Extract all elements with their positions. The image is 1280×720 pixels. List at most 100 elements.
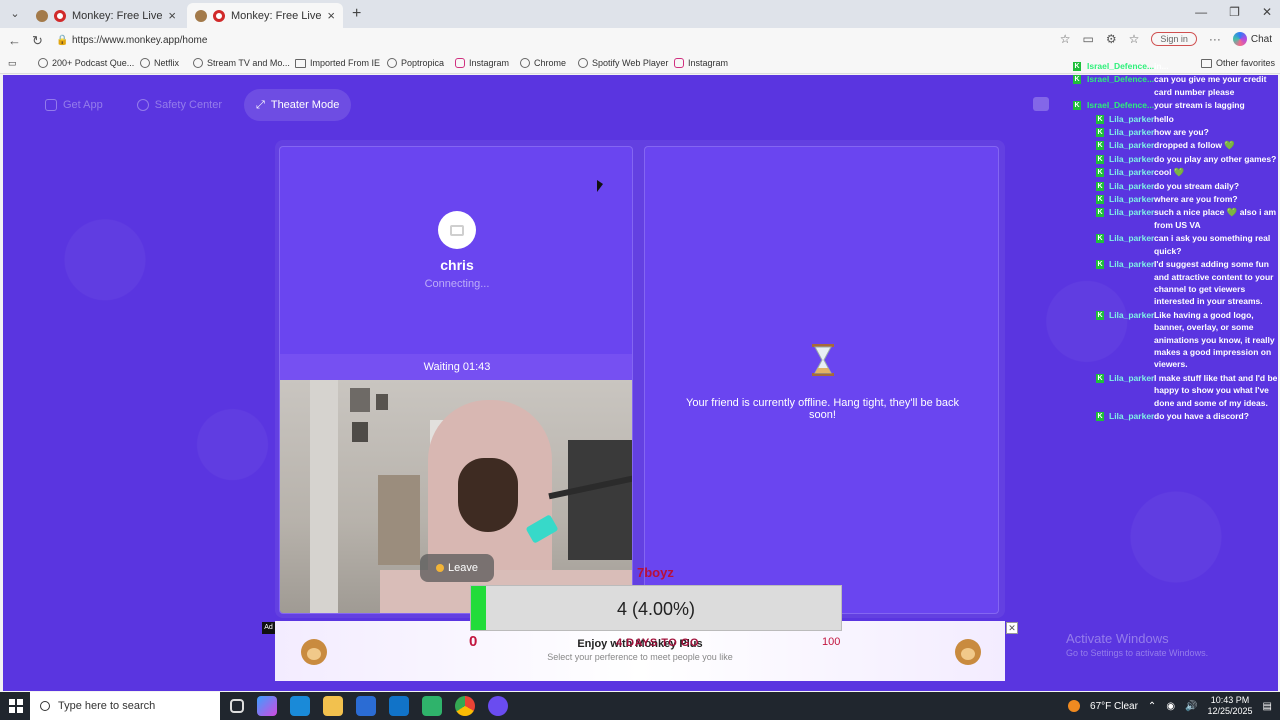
- close-tab-icon[interactable]: ×: [327, 8, 335, 23]
- url-field[interactable]: 🔒 https://www.monkey.app/home: [50, 31, 1100, 51]
- refresh-icon[interactable]: ↻: [32, 33, 43, 49]
- chat-message: K Lila_parker cool 💚: [1070, 166, 1280, 178]
- back-icon[interactable]: ←: [8, 33, 21, 48]
- goal-max-label: 100: [822, 636, 841, 648]
- chat-text: do you play any other games?: [1154, 153, 1277, 164]
- discord-icon[interactable]: [488, 696, 508, 716]
- browser-tab-2[interactable]: Monkey: Free Live Video Chat ×: [187, 3, 343, 28]
- chat-username[interactable]: Lila_parker: [1070, 206, 1154, 231]
- windows-start-icon[interactable]: [9, 699, 23, 713]
- extensions-icon[interactable]: ⚙: [1106, 32, 1117, 46]
- chat-username[interactable]: Lila_parker: [1070, 126, 1154, 138]
- bookmark-poptropica[interactable]: Poptropica: [387, 58, 444, 68]
- chat-message: K Lila_parker where are you from?: [1070, 193, 1280, 205]
- chat-message: K Israel_Defence... your stream is lagging: [1070, 99, 1280, 111]
- edge-icon[interactable]: [290, 696, 310, 716]
- chat-username[interactable]: Israel_Defence...: [1070, 73, 1154, 98]
- chat-username[interactable]: Lila_parker: [1070, 372, 1154, 409]
- chat-message: K Lila_parker dropped a follow 💚: [1070, 139, 1280, 151]
- theater-mode-label: Theater Mode: [270, 99, 340, 111]
- chat-username[interactable]: Lila_parker: [1070, 232, 1154, 257]
- chat-message: K Lila_parker I'd suggest adding some fun …: [1070, 258, 1280, 308]
- chat-text: dropped a follow 💚: [1154, 140, 1235, 151]
- sign-in-button[interactable]: Sign in: [1151, 32, 1197, 46]
- kick-badge-icon: K: [1096, 141, 1104, 151]
- app-icon[interactable]: [422, 696, 442, 716]
- chat-username[interactable]: Lila_parker: [1070, 309, 1154, 371]
- chat-message: K Israel_Defence... in...: [1070, 60, 1280, 72]
- chrome-icon[interactable]: [455, 696, 475, 716]
- clock-time: 10:43 PM: [1210, 695, 1250, 705]
- shop-icon[interactable]: [1033, 97, 1049, 111]
- bookmark-imported-ie[interactable]: Imported From IE: [295, 58, 380, 68]
- bookmark-instagram-2[interactable]: Instagram: [674, 58, 728, 68]
- close-tab-icon[interactable]: ×: [168, 8, 176, 23]
- outlook-icon[interactable]: [389, 696, 409, 716]
- theater-mode-button[interactable]: ⤢ Theater Mode: [244, 89, 352, 121]
- ad-close-button[interactable]: ✕: [1006, 622, 1018, 634]
- kick-badge-icon: K: [1096, 195, 1104, 205]
- chat-username[interactable]: Israel_Defence...: [1070, 99, 1154, 111]
- chat-text: I make stuff like that and I'd be happy …: [1154, 372, 1278, 408]
- taskbar-search[interactable]: Type here to search: [30, 692, 220, 720]
- kick-badge-icon: K: [1096, 208, 1104, 218]
- bookmark-netflix[interactable]: Netflix: [140, 58, 179, 68]
- browser-tab-1[interactable]: Monkey: Free Live Video Chat ×: [28, 3, 184, 28]
- friend-offline-message: Your friend is currently offline. Hang t…: [686, 397, 959, 421]
- weather-text[interactable]: 67°F Clear: [1090, 701, 1138, 712]
- copilot-taskbar-icon[interactable]: [257, 696, 277, 716]
- copilot-chat-button[interactable]: Chat: [1232, 32, 1272, 46]
- safety-center-button[interactable]: Safety Center: [125, 89, 234, 121]
- new-tab-icon[interactable]: +: [352, 5, 361, 23]
- avatar: [438, 211, 476, 249]
- chat-username[interactable]: Lila_parker: [1070, 153, 1154, 165]
- chat-username[interactable]: Lila_parker: [1070, 258, 1154, 308]
- chat-username[interactable]: Lila_parker: [1070, 193, 1154, 205]
- google-icon: [520, 58, 530, 68]
- stream-chat-overlay: K Israel_Defence... in... K Israel_Defence..…: [1070, 60, 1280, 423]
- recording-favicon-icon: [213, 9, 225, 22]
- favorite-star-icon[interactable]: ☆: [1060, 32, 1071, 46]
- chat-label: Chat: [1250, 33, 1272, 45]
- network-icon[interactable]: ◉: [1166, 701, 1175, 712]
- chat-username[interactable]: Lila_parker: [1070, 113, 1154, 125]
- leave-button[interactable]: Leave: [420, 554, 494, 582]
- get-app-button[interactable]: Get App: [33, 89, 115, 121]
- safety-center-label: Safety Center: [154, 99, 223, 111]
- task-view-icon[interactable]: [230, 699, 244, 713]
- tray-expand-icon[interactable]: ⌃: [1148, 701, 1156, 712]
- screen-cast-icon[interactable]: ▭: [1082, 32, 1093, 46]
- store-icon[interactable]: [356, 696, 376, 716]
- bookmark-podcast[interactable]: 200+ Podcast Que...: [38, 58, 134, 68]
- friend-panel: Your friend is currently offline. Hang t…: [644, 146, 999, 614]
- bookmark-instagram[interactable]: Instagram: [455, 58, 509, 68]
- kick-badge-icon: K: [1096, 373, 1104, 383]
- globe-icon: [38, 58, 48, 68]
- close-window-icon[interactable]: ✕: [1262, 5, 1272, 19]
- instagram-icon: [674, 58, 684, 68]
- copilot-icon: [1232, 32, 1247, 46]
- tab-actions-menu-icon[interactable]: ⌄: [6, 5, 24, 23]
- bookmark-spotify[interactable]: Spotify Web Player: [578, 58, 668, 68]
- favorites-icon[interactable]: ☆: [1129, 32, 1140, 46]
- chat-username[interactable]: Lila_parker: [1070, 180, 1154, 192]
- chat-username[interactable]: Lila_parker: [1070, 166, 1154, 178]
- notifications-icon[interactable]: ▤: [1263, 701, 1272, 712]
- chat-username[interactable]: Lila_parker: [1070, 410, 1154, 422]
- file-explorer-icon[interactable]: [323, 696, 343, 716]
- bookmark-label: Stream TV and Mo...: [207, 58, 290, 68]
- bookmark-stream-tv[interactable]: Stream TV and Mo...: [193, 58, 290, 68]
- site-info-icon[interactable]: 🔒: [56, 31, 68, 51]
- chat-text: how are you?: [1154, 127, 1209, 138]
- chat-message: K Lila_parker do you play any other games?: [1070, 153, 1280, 165]
- clock[interactable]: 10:43 PM 12/25/2025: [1208, 695, 1253, 717]
- chat-username[interactable]: Israel_Defence...: [1070, 60, 1154, 72]
- restore-icon[interactable]: ❐: [1229, 5, 1240, 19]
- volume-icon[interactable]: 🔊: [1185, 701, 1197, 712]
- bookmark-chrome[interactable]: Chrome: [520, 58, 566, 68]
- more-menu-icon[interactable]: ···: [1209, 32, 1221, 46]
- minimize-icon[interactable]: —: [1195, 5, 1207, 19]
- chat-username[interactable]: Lila_parker: [1070, 139, 1154, 151]
- reading-list-icon[interactable]: ▭: [8, 58, 17, 69]
- search-icon: [40, 701, 50, 711]
